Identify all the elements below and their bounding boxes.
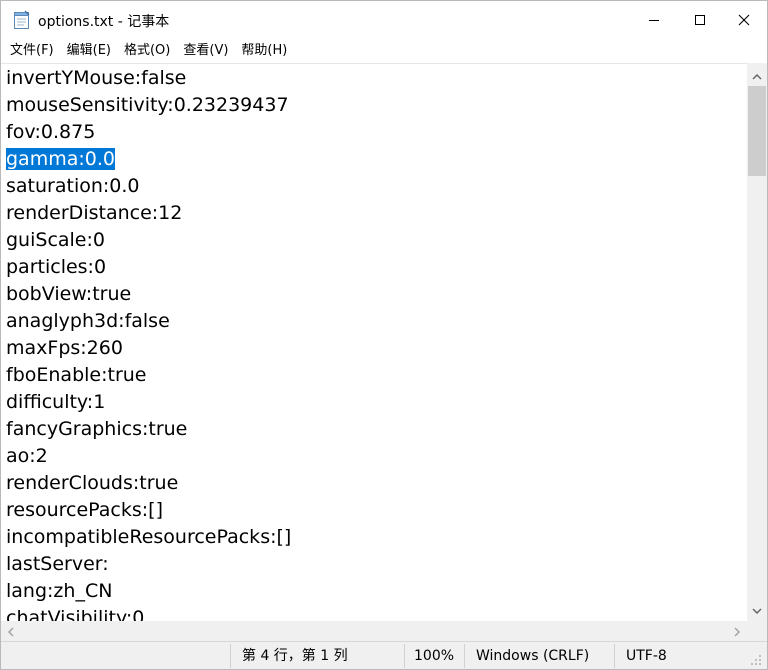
resize-grip-icon[interactable] — [749, 652, 763, 669]
text-line: fboEnable:true — [6, 364, 147, 386]
text-line: renderClouds:true — [6, 472, 179, 494]
menu-edit[interactable]: 编辑(E) — [61, 39, 118, 63]
horizontal-scrollbar[interactable] — [1, 621, 747, 641]
text-line: maxFps:260 — [6, 337, 123, 359]
line-ending: Windows (CRLF) — [476, 648, 590, 664]
notepad-window: options.txt - 记事本 文件(F) 编辑(E) 格式(O) 查看(V… — [0, 0, 768, 670]
menu-help[interactable]: 帮助(H) — [235, 39, 294, 63]
text-line: mouseSensitivity:0.23239437 — [6, 94, 289, 116]
minimize-icon — [648, 11, 660, 30]
status-divider — [464, 644, 465, 668]
text-line: bobView:true — [6, 283, 132, 305]
text-line: renderDistance:12 — [6, 202, 183, 224]
text-line: particles:0 — [6, 256, 107, 278]
scroll-right-button[interactable] — [727, 621, 747, 641]
text-editor[interactable]: invertYMouse:false mouseSensitivity:0.23… — [1, 63, 747, 622]
menu-bar: 文件(F) 编辑(E) 格式(O) 查看(V) 帮助(H) — [1, 39, 767, 63]
vertical-scroll-thumb[interactable] — [748, 86, 766, 176]
text-line: lastServer: — [6, 553, 109, 575]
scroll-up-button[interactable] — [747, 65, 767, 85]
text-line: resourcePacks:[] — [6, 499, 164, 521]
vertical-scrollbar[interactable] — [747, 63, 767, 621]
text-line: fancyGraphics:true — [6, 418, 188, 440]
scroll-left-button[interactable] — [1, 621, 21, 641]
window-title: options.txt - 记事本 — [38, 14, 170, 30]
scrollbar-corner — [747, 621, 767, 641]
status-bar: 第 4 行，第 1 列 100% Windows (CRLF) UTF-8 — [1, 641, 767, 669]
chevron-left-icon — [7, 622, 15, 641]
text-line: guiScale:0 — [6, 229, 105, 251]
status-divider — [404, 644, 405, 668]
text-line: chatVisibility:0 — [6, 607, 145, 622]
text-line: ao:2 — [6, 445, 48, 467]
minimize-button[interactable] — [631, 1, 677, 39]
cursor-position: 第 4 行，第 1 列 — [242, 648, 348, 664]
selected-text-line: gamma:0.0 — [6, 148, 115, 170]
menu-file[interactable]: 文件(F) — [1, 39, 61, 63]
text-line: difficulty:1 — [6, 391, 106, 413]
text-line: invertYMouse:false — [6, 67, 187, 89]
menu-view[interactable]: 查看(V) — [177, 39, 235, 63]
scroll-down-button[interactable] — [747, 599, 767, 619]
chevron-down-icon — [752, 600, 762, 619]
zoom-level: 100% — [414, 648, 455, 664]
menu-format[interactable]: 格式(O) — [118, 39, 177, 63]
close-button[interactable] — [721, 1, 767, 39]
maximize-icon — [694, 11, 706, 30]
chevron-right-icon — [733, 622, 741, 641]
notepad-icon — [13, 10, 31, 30]
status-divider — [614, 644, 615, 668]
close-icon — [738, 11, 750, 30]
chevron-up-icon — [752, 66, 762, 85]
text-line: saturation:0.0 — [6, 175, 140, 197]
text-line: fov:0.875 — [6, 121, 96, 143]
encoding: UTF-8 — [626, 648, 667, 664]
text-line: incompatibleResourcePacks:[] — [6, 526, 292, 548]
status-divider — [230, 644, 231, 668]
text-line: lang:zh_CN — [6, 580, 113, 602]
title-bar[interactable]: options.txt - 记事本 — [1, 1, 767, 39]
text-line: anaglyph3d:false — [6, 310, 170, 332]
maximize-button[interactable] — [677, 1, 723, 39]
